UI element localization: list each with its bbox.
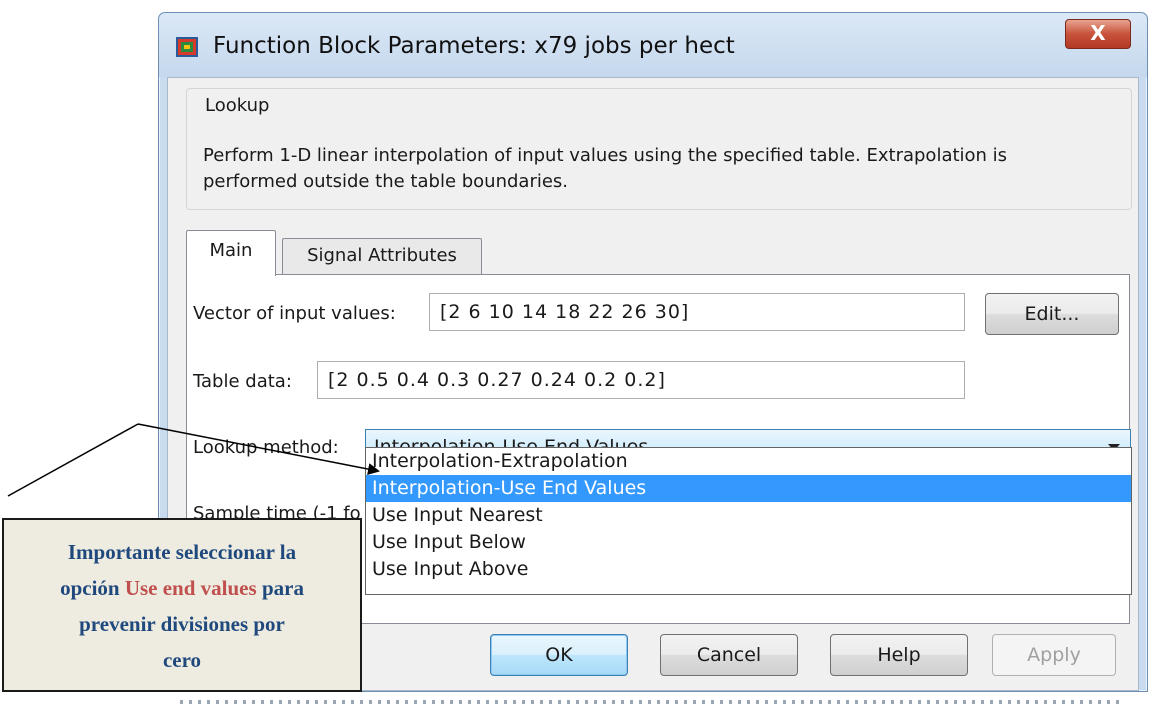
lookup-method-dropdown-list: Interpolation-Extrapolation Interpolatio… xyxy=(365,447,1132,595)
cancel-button[interactable]: Cancel xyxy=(660,634,798,676)
group-description: Perform 1-D linear interpolation of inpu… xyxy=(203,145,1008,192)
note-accent: Use end values xyxy=(124,576,257,600)
simulink-block-icon xyxy=(176,37,198,57)
tab-main[interactable]: Main xyxy=(186,230,276,276)
arrow-leader-line xyxy=(7,423,139,497)
note-line-3: prevenir divisiones por xyxy=(79,612,285,636)
annotation-callout: Importante seleccionar la opción Use end… xyxy=(2,518,362,692)
vector-input[interactable]: [2 6 10 14 18 22 26 30] xyxy=(429,293,965,331)
title-bar[interactable]: Function Block Parameters: x79 jobs per … xyxy=(159,13,1147,77)
option-interpolation-extrapolation[interactable]: Interpolation-Extrapolation xyxy=(366,448,1131,475)
close-icon: X xyxy=(1090,21,1106,45)
close-button[interactable]: X xyxy=(1065,19,1131,49)
ok-button[interactable]: OK xyxy=(490,634,628,676)
table-data-input[interactable]: [2 0.5 0.4 0.3 0.27 0.24 0.2 0.2] xyxy=(317,361,965,399)
option-interpolation-use-end-values[interactable]: Interpolation-Use End Values xyxy=(366,475,1131,502)
note-line-1: Importante seleccionar la xyxy=(67,540,297,564)
group-title: Lookup xyxy=(203,95,272,116)
note-line-2-pre: opción xyxy=(60,576,125,600)
help-button[interactable]: Help xyxy=(830,634,968,676)
tab-signal-attributes[interactable]: Signal Attributes xyxy=(282,238,482,274)
option-use-input-nearest[interactable]: Use Input Nearest xyxy=(366,502,1131,529)
table-data-label: Table data: xyxy=(193,371,292,392)
apply-button: Apply xyxy=(992,634,1116,676)
note-line-4: cero xyxy=(162,648,202,672)
vector-label: Vector of input values: xyxy=(193,303,396,324)
option-use-input-above[interactable]: Use Input Above xyxy=(366,556,1131,583)
option-use-input-below[interactable]: Use Input Below xyxy=(366,529,1131,556)
edit-button[interactable]: Edit... xyxy=(985,293,1119,335)
window-bottom-edge xyxy=(180,700,1120,704)
note-line-2: opción Use end values para xyxy=(4,570,360,606)
lookup-method-label: Lookup method: xyxy=(193,437,339,458)
lookup-group: Lookup Perform 1-D linear interpolation … xyxy=(186,88,1132,210)
window-title: Function Block Parameters: x79 jobs per … xyxy=(213,33,735,59)
note-line-2-post: para xyxy=(256,576,304,600)
